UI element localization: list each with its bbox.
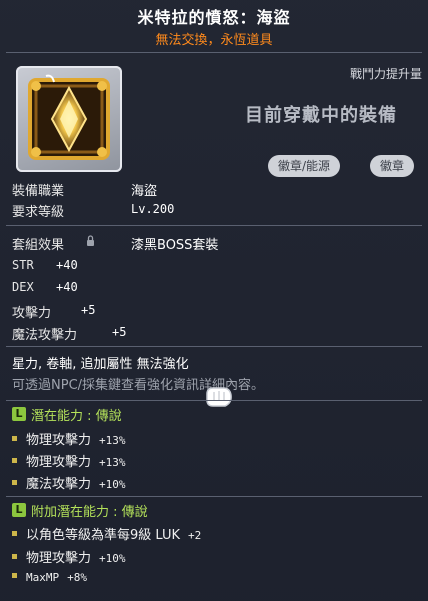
divider bbox=[6, 52, 422, 53]
stat-magic-attack-label: 魔法攻擊力 bbox=[12, 328, 78, 343]
tag-emblem[interactable]: 徽章 bbox=[370, 155, 415, 177]
potential-line: 物理攻擊力 +13% bbox=[12, 451, 126, 470]
stat-attack-value: +5 bbox=[81, 303, 96, 317]
level-label: 要求等級 bbox=[12, 205, 65, 220]
bullet-icon bbox=[12, 480, 17, 485]
additional-potential-line: 以角色等級為準每9級 LUK +2 bbox=[12, 524, 201, 543]
divider bbox=[6, 400, 422, 401]
stat-str-label: STR bbox=[12, 258, 34, 272]
set-label: 套組效果 bbox=[12, 238, 65, 253]
current-equipped-label: 目前穿戴中的裝備 bbox=[245, 105, 397, 126]
divider bbox=[6, 225, 422, 226]
tag-emblem-energy[interactable]: 徽章/能源 bbox=[268, 155, 341, 177]
bullet-icon bbox=[12, 573, 17, 578]
divider bbox=[6, 496, 422, 497]
bullet-icon bbox=[12, 531, 17, 536]
potential-title: 潛在能力 : 傳說 bbox=[31, 409, 122, 424]
level-value: Lv.200 bbox=[131, 202, 175, 216]
bullet-icon bbox=[12, 458, 17, 463]
additional-potential-line: 物理攻擊力 +10% bbox=[12, 547, 126, 566]
item-tooltip: 米特拉的憤怒：海盜 無法交換，永恆道具 戰鬥力提升量 目前穿戴中的裝備 徽章/能… bbox=[0, 0, 428, 601]
bullet-icon bbox=[12, 436, 17, 441]
divider bbox=[6, 346, 422, 347]
set-value: 漆黑BOSS套裝 bbox=[131, 238, 219, 253]
enhance-note: 星力, 卷軸, 追加屬性 無法強化 bbox=[12, 357, 189, 372]
stat-dex-label: DEX bbox=[12, 280, 34, 294]
stat-attack-label: 攻擊力 bbox=[12, 306, 52, 321]
glove-cursor-icon bbox=[206, 387, 232, 407]
potential-grade-icon: L bbox=[12, 407, 26, 421]
trade-note: 無法交換，永恆道具 bbox=[155, 33, 273, 48]
job-value: 海盜 bbox=[131, 184, 158, 199]
job-label: 裝備職業 bbox=[12, 184, 65, 199]
item-name: 米特拉的憤怒：海盜 bbox=[137, 8, 291, 27]
stat-str-value: +40 bbox=[56, 258, 78, 272]
additional-potential-grade-icon: L bbox=[12, 503, 26, 517]
additional-potential-line: MaxMP +8% bbox=[12, 570, 87, 585]
stat-dex-value: +40 bbox=[56, 280, 78, 294]
stat-magic-attack-value: +5 bbox=[112, 325, 127, 339]
lock-icon bbox=[87, 235, 94, 246]
potential-line: 魔法攻擊力 +10% bbox=[12, 473, 126, 492]
power-up-label: 戰鬥力提升量 bbox=[349, 67, 422, 81]
potential-line: 物理攻擊力 +13% bbox=[12, 429, 126, 448]
mitra-rage-emblem-icon bbox=[28, 74, 110, 160]
bullet-icon bbox=[12, 554, 17, 559]
item-icon-frame bbox=[16, 66, 122, 172]
additional-potential-title: 附加潛在能力 : 傳說 bbox=[31, 505, 148, 520]
